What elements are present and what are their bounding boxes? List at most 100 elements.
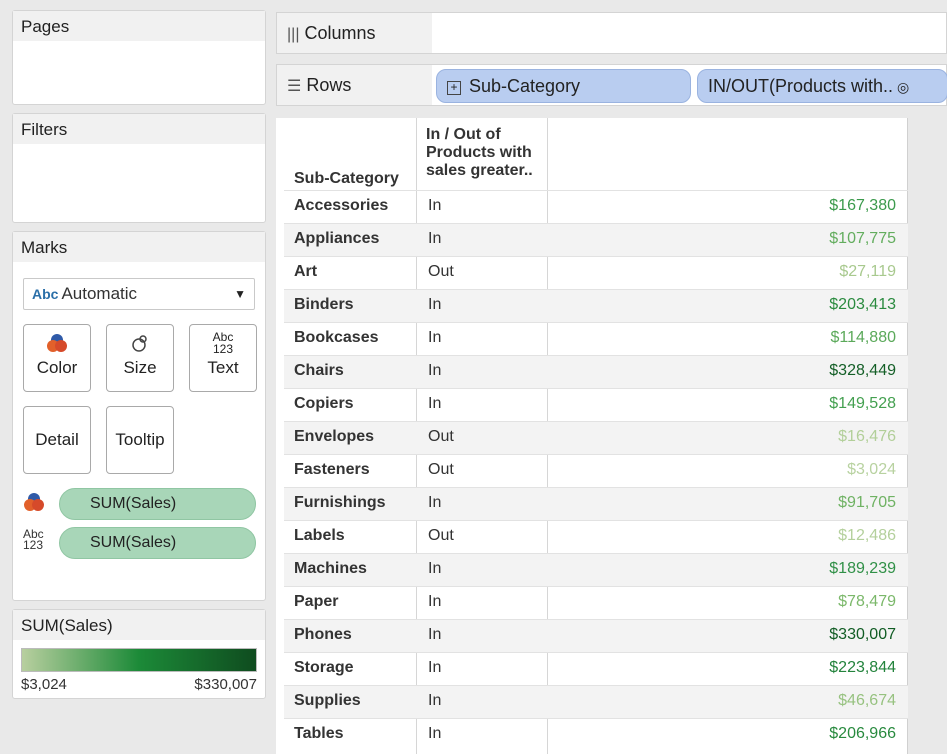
- size-icon: [107, 325, 173, 357]
- sales-value-cell[interactable]: $330,007: [829, 626, 896, 644]
- rows-shelf-label: ☰ Rows: [277, 65, 432, 105]
- sub-category-cell[interactable]: Accessories: [294, 197, 388, 215]
- table-row[interactable]: Labels Out $12,486: [284, 520, 908, 553]
- sales-value-cell[interactable]: $78,479: [838, 593, 896, 611]
- header-sub-category[interactable]: Sub-Category: [294, 170, 399, 188]
- chevron-down-icon[interactable]: ▼: [234, 287, 246, 301]
- sub-category-cell[interactable]: Phones: [294, 626, 352, 644]
- sub-category-cell[interactable]: Appliances: [294, 230, 379, 248]
- sub-category-cell[interactable]: Furnishings: [294, 494, 386, 512]
- columns-shelf[interactable]: ||| Columns: [276, 12, 947, 54]
- tooltip-button[interactable]: Tooltip: [106, 406, 174, 474]
- color-button[interactable]: Color: [23, 324, 91, 392]
- size-button[interactable]: Size: [106, 324, 174, 392]
- table-row[interactable]: Accessories In $167,380: [284, 190, 908, 223]
- table-row[interactable]: Envelopes Out $16,476: [284, 421, 908, 454]
- sub-category-cell[interactable]: Copiers: [294, 395, 354, 413]
- sales-value-cell[interactable]: $91,705: [838, 494, 896, 512]
- table-row[interactable]: Tables In $206,966: [284, 718, 908, 751]
- columns-label: Columns: [304, 23, 376, 43]
- table-row[interactable]: Paper In $78,479: [284, 586, 908, 619]
- table-row[interactable]: Supplies In $46,674: [284, 685, 908, 718]
- in-out-cell[interactable]: In: [428, 725, 441, 743]
- color-gradient-bar: [21, 648, 257, 672]
- in-out-cell[interactable]: In: [428, 626, 441, 644]
- sales-value-cell[interactable]: $107,775: [829, 230, 896, 248]
- detail-button[interactable]: Detail: [23, 406, 91, 474]
- in-out-set-pill[interactable]: IN/OUT(Products with.. ◎: [697, 69, 947, 103]
- sales-value-cell[interactable]: $16,476: [838, 428, 896, 446]
- in-out-cell[interactable]: In: [428, 296, 441, 314]
- sales-value-cell[interactable]: $149,528: [829, 395, 896, 413]
- header-in-out-line2: Products with: [426, 144, 532, 161]
- table-row[interactable]: Copiers In $149,528: [284, 388, 908, 421]
- in-out-cell[interactable]: In: [428, 593, 441, 611]
- in-out-cell[interactable]: In: [428, 659, 441, 677]
- text-icon-line2: 123: [23, 538, 44, 552]
- in-out-cell[interactable]: In: [428, 692, 441, 710]
- in-out-cell[interactable]: In: [428, 560, 441, 578]
- in-out-cell[interactable]: Out: [428, 263, 454, 281]
- sales-value-cell[interactable]: $328,449: [829, 362, 896, 380]
- table-row[interactable]: Art Out $27,119: [284, 256, 908, 289]
- table-row[interactable]: Storage In $223,844: [284, 652, 908, 685]
- sales-value-cell[interactable]: $27,119: [839, 263, 896, 281]
- sub-category-cell[interactable]: Labels: [294, 527, 345, 545]
- color-legend-card: SUM(Sales) $3,024 $330,007: [12, 609, 266, 699]
- in-out-cell[interactable]: In: [428, 329, 441, 347]
- table-row[interactable]: Bookcases In $114,880: [284, 322, 908, 355]
- table-row[interactable]: Phones In $330,007: [284, 619, 908, 652]
- table-row[interactable]: Chairs In $328,449: [284, 355, 908, 388]
- sales-value-cell[interactable]: $223,844: [829, 659, 896, 677]
- pages-card[interactable]: Pages: [12, 10, 266, 105]
- detail-button-label: Detail: [35, 430, 79, 449]
- header-in-out[interactable]: In / Out of Products with sales greater.…: [426, 126, 533, 180]
- sub-category-cell[interactable]: Art: [294, 263, 317, 281]
- sales-value-cell[interactable]: $167,380: [829, 197, 896, 215]
- sales-value-cell[interactable]: $3,024: [847, 461, 896, 479]
- color-icon: [23, 492, 45, 515]
- text-icon-line2: 123: [212, 342, 234, 356]
- in-out-cell[interactable]: In: [428, 197, 441, 215]
- in-out-cell[interactable]: In: [428, 230, 441, 248]
- table-row[interactable]: Appliances In $107,775: [284, 223, 908, 256]
- in-out-cell[interactable]: Out: [428, 461, 454, 479]
- text-button-label: Text: [207, 358, 239, 377]
- sub-category-pill[interactable]: + Sub-Category: [436, 69, 691, 103]
- in-out-cell[interactable]: Out: [428, 527, 454, 545]
- sub-category-cell[interactable]: Binders: [294, 296, 354, 314]
- in-out-cell[interactable]: In: [428, 494, 441, 512]
- in-out-cell[interactable]: In: [428, 395, 441, 413]
- sub-category-cell[interactable]: Bookcases: [294, 329, 379, 347]
- sub-category-cell[interactable]: Tables: [294, 725, 344, 743]
- table-row[interactable]: Machines In $189,239: [284, 553, 908, 586]
- sub-category-cell[interactable]: Fasteners: [294, 461, 370, 479]
- abc-icon: Abc: [32, 286, 59, 302]
- sales-value-cell[interactable]: $114,880: [830, 329, 896, 347]
- marks-card-title: Marks: [13, 232, 265, 262]
- rows-shelf[interactable]: ☰ Rows + Sub-Category IN/OUT(Products wit…: [276, 64, 947, 106]
- text-button[interactable]: Abc 123 Text: [189, 324, 257, 392]
- in-out-cell[interactable]: In: [428, 362, 441, 380]
- sub-category-cell[interactable]: Chairs: [294, 362, 344, 380]
- color-sum-sales-pill[interactable]: SUM(Sales): [59, 488, 256, 520]
- sales-value-cell[interactable]: $46,674: [838, 692, 896, 710]
- sales-value-cell[interactable]: $189,239: [829, 560, 896, 578]
- text-sum-sales-pill[interactable]: SUM(Sales): [59, 527, 256, 559]
- in-out-cell[interactable]: Out: [428, 428, 454, 446]
- sub-category-cell[interactable]: Supplies: [294, 692, 361, 710]
- sub-category-cell[interactable]: Storage: [294, 659, 354, 677]
- filters-card-title: Filters: [13, 114, 265, 144]
- expand-icon[interactable]: +: [447, 81, 461, 95]
- table-row[interactable]: Binders In $203,413: [284, 289, 908, 322]
- sub-category-cell[interactable]: Machines: [294, 560, 367, 578]
- sales-value-cell[interactable]: $12,486: [838, 527, 896, 545]
- mark-type-dropdown[interactable]: Abc Automatic ▼: [23, 278, 255, 310]
- sales-value-cell[interactable]: $203,413: [829, 296, 896, 314]
- table-row[interactable]: Fasteners Out $3,024: [284, 454, 908, 487]
- sub-category-cell[interactable]: Paper: [294, 593, 338, 611]
- filters-card[interactable]: Filters: [12, 113, 266, 223]
- sub-category-cell[interactable]: Envelopes: [294, 428, 374, 446]
- table-row[interactable]: Furnishings In $91,705: [284, 487, 908, 520]
- sales-value-cell[interactable]: $206,966: [829, 725, 896, 743]
